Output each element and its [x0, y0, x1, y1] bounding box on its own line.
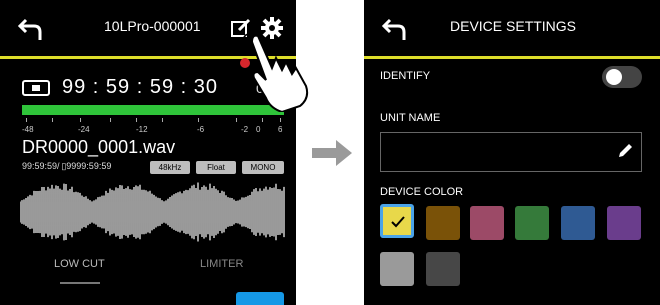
- low-cut-button[interactable]: LOW CUT: [54, 258, 105, 270]
- sample-rate-badge: 48kHz: [150, 161, 190, 174]
- limiter-button[interactable]: LIMITER: [200, 258, 243, 270]
- waveform-path: [20, 182, 285, 242]
- header: DEVICE SETTINGS: [364, 0, 660, 56]
- device-settings-screen: DEVICE SETTINGS IDENTIFY UNIT NAME DEVIC…: [364, 0, 660, 305]
- toggle-knob: [606, 69, 622, 85]
- scale-label: -6: [197, 125, 205, 134]
- arrow-right-icon: [312, 140, 352, 166]
- page-title: 10LPro-000001: [104, 18, 201, 34]
- identify-label: IDENTIFY: [380, 70, 431, 82]
- channel-badge: MONO: [242, 161, 284, 174]
- color-swatch-darkgray[interactable]: [426, 252, 460, 286]
- stop-icon: [22, 80, 50, 96]
- scale-label: -2: [241, 125, 249, 134]
- scale-label: -12: [136, 125, 148, 134]
- scale-label: -24: [78, 125, 90, 134]
- blue-button[interactable]: [236, 292, 284, 305]
- color-swatch-magenta[interactable]: [470, 206, 504, 240]
- back-arrow-icon[interactable]: [382, 16, 408, 42]
- header-divider: [364, 56, 660, 59]
- color-swatch-gray[interactable]: [380, 252, 414, 286]
- color-swatch-yellow[interactable]: [380, 204, 414, 238]
- color-swatch-green[interactable]: [515, 206, 549, 240]
- scale-label: 0: [256, 125, 261, 134]
- color-swatch-purple[interactable]: [607, 206, 641, 240]
- button-underline: [60, 282, 100, 284]
- bit-depth-badge: Float: [196, 161, 236, 174]
- back-arrow-icon[interactable]: [18, 16, 44, 42]
- scale-label: -48: [22, 125, 34, 134]
- scale-label: 6: [278, 125, 283, 134]
- file-name: DR0000_0001.wav: [22, 137, 176, 157]
- file-info: 99:59:59/ ▯9999:59:59: [22, 161, 112, 171]
- unit-name-label: UNIT NAME: [380, 112, 441, 124]
- color-swatch-brown[interactable]: [426, 206, 460, 240]
- hand-tap-icon: [237, 33, 309, 112]
- check-icon: [391, 216, 405, 228]
- timecode: 99 : 59 : 59 : 30: [62, 76, 218, 98]
- color-swatch-blue[interactable]: [561, 206, 595, 240]
- pencil-icon[interactable]: [616, 142, 634, 160]
- page-title: DEVICE SETTINGS: [450, 18, 577, 34]
- waveform: [20, 182, 285, 242]
- device-color-label: DEVICE COLOR: [380, 186, 464, 198]
- unit-name-field[interactable]: [380, 132, 642, 172]
